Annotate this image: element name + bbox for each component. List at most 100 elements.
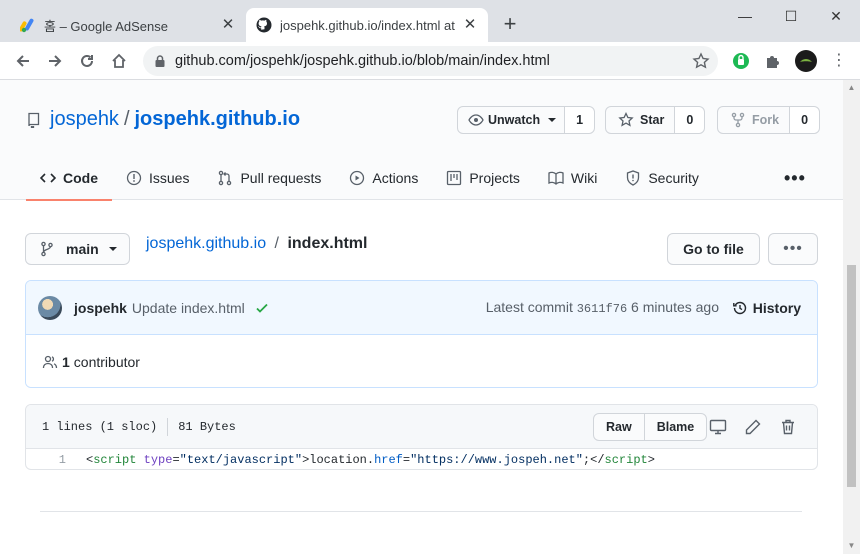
play-icon xyxy=(350,170,365,185)
extension-green-icon[interactable] xyxy=(732,52,750,70)
repo-name-link[interactable]: jospehk.github.io xyxy=(135,108,301,131)
code-token-property: href xyxy=(374,453,403,467)
repo-icon xyxy=(28,112,40,128)
tab-security[interactable]: Security xyxy=(611,155,713,200)
avatar[interactable] xyxy=(38,295,62,320)
tab-pull-requests[interactable]: Pull requests xyxy=(203,155,335,200)
latest-commit-row: jospehk Update index.html Latest commit … xyxy=(26,281,817,335)
tab-label: Projects xyxy=(469,169,520,186)
github-logo-icon xyxy=(256,17,272,33)
raw-blame-group: Raw Blame xyxy=(593,413,708,441)
star-icon xyxy=(618,112,634,127)
git-branch-icon xyxy=(41,241,53,257)
star-count[interactable]: 0 xyxy=(674,107,705,133)
go-to-file-button[interactable]: Go to file xyxy=(667,233,760,265)
code-line: 1 <script type="text/javascript">locatio… xyxy=(26,449,817,469)
browser-tab-github[interactable]: jospehk.github.io/index.html at ✕ xyxy=(246,8,488,42)
adsense-logo-icon xyxy=(20,18,34,33)
back-icon[interactable] xyxy=(12,50,34,72)
shield-icon xyxy=(627,169,640,186)
home-icon[interactable] xyxy=(108,50,130,72)
fork-icon xyxy=(731,112,745,128)
tab-wiki[interactable]: Wiki xyxy=(534,155,611,200)
address-bar[interactable]: github.com/jospehk/jospehk.github.io/blo… xyxy=(143,46,718,76)
commit-sha[interactable]: 3611f76 xyxy=(577,302,627,316)
forward-icon[interactable] xyxy=(44,50,66,72)
desktop-icon[interactable] xyxy=(709,418,727,436)
minimize-icon[interactable]: — xyxy=(734,6,756,26)
commit-message[interactable]: Update index.html xyxy=(132,300,245,316)
maximize-icon[interactable]: ☐ xyxy=(780,6,802,26)
extensions-puzzle-icon[interactable] xyxy=(764,52,782,70)
repo-header: jospehk / jospehk.github.io Unwatch 1 St… xyxy=(0,80,843,201)
blame-button[interactable]: Blame xyxy=(643,414,707,440)
url-text[interactable]: github.com/jospehk/jospehk.github.io/blo… xyxy=(175,53,692,69)
trash-icon[interactable] xyxy=(779,418,797,436)
people-icon xyxy=(42,355,58,368)
file-size: 81 Bytes xyxy=(178,419,236,434)
page-scrollbar[interactable]: ▲ ▼ xyxy=(843,80,860,554)
tab-label: Pull requests xyxy=(240,169,322,186)
fork-button[interactable]: Fork 0 xyxy=(717,106,821,134)
star-label: Star xyxy=(640,113,665,127)
repo-title-separator: / xyxy=(123,108,130,130)
code-token: > xyxy=(647,453,655,467)
pencil-icon[interactable] xyxy=(744,418,762,436)
close-tab-icon[interactable]: ✕ xyxy=(220,17,236,33)
history-icon xyxy=(732,301,746,314)
unwatch-button[interactable]: Unwatch 1 xyxy=(457,106,596,134)
tab-label: Issues xyxy=(149,169,190,186)
raw-button[interactable]: Raw xyxy=(594,414,644,440)
browser-menu-icon[interactable]: ⋮ xyxy=(830,52,848,70)
unwatch-label: Unwatch xyxy=(488,113,541,127)
repo-owner-link[interactable]: jospehk xyxy=(50,108,119,131)
file-more-button[interactable]: ••• xyxy=(768,233,818,265)
tab-label: Wiki xyxy=(570,169,598,186)
caret-down-icon xyxy=(548,118,557,122)
branch-name: main xyxy=(66,241,99,257)
nav-more-icon[interactable]: ••• xyxy=(784,168,806,189)
scroll-down-icon[interactable]: ▼ xyxy=(847,541,856,551)
history-link[interactable]: History xyxy=(732,300,801,316)
check-icon[interactable] xyxy=(255,301,269,315)
browser-toolbar: github.com/jospehk/jospehk.github.io/blo… xyxy=(0,42,860,80)
breadcrumb-repo-link[interactable]: jospehk.github.io xyxy=(146,235,266,252)
browser-tab-title: jospehk.github.io/index.html at xyxy=(280,17,455,33)
contributors-row[interactable]: 1 contributor xyxy=(26,335,817,387)
history-label: History xyxy=(752,299,801,316)
watch-count[interactable]: 1 xyxy=(564,107,595,133)
fork-count[interactable]: 0 xyxy=(789,107,820,133)
scrollbar-thumb[interactable] xyxy=(847,265,856,487)
line-number[interactable]: 1 xyxy=(26,453,76,467)
bookmark-star-icon[interactable] xyxy=(692,52,710,70)
close-tab-icon[interactable]: ✕ xyxy=(462,17,478,33)
close-window-icon[interactable]: ✕ xyxy=(825,6,847,26)
lock-icon[interactable] xyxy=(153,54,167,68)
new-tab-icon[interactable]: + xyxy=(500,13,520,35)
code-token: location. xyxy=(309,453,375,467)
scroll-up-icon[interactable]: ▲ xyxy=(847,83,856,93)
code-token-string: "text/javascript" xyxy=(179,453,303,467)
issue-icon xyxy=(126,170,142,185)
reload-icon[interactable] xyxy=(76,50,98,72)
tab-actions[interactable]: Actions xyxy=(335,155,432,200)
tab-label: Security xyxy=(648,169,699,186)
tab-label: Actions xyxy=(372,169,419,186)
code-token-tag: script xyxy=(93,453,137,467)
project-icon xyxy=(447,170,462,185)
tab-label: Code xyxy=(63,169,98,186)
profile-avatar-icon[interactable] xyxy=(795,50,817,72)
star-button[interactable]: Star 0 xyxy=(605,106,706,134)
branch-select-button[interactable]: main xyxy=(25,233,130,265)
code-token: </ xyxy=(590,453,605,467)
commit-author[interactable]: jospehk xyxy=(74,300,127,316)
code-token: = xyxy=(172,453,180,467)
file-line-count: 1 lines (1 sloc) xyxy=(42,419,158,434)
fork-label: Fork xyxy=(752,113,780,127)
tab-code[interactable]: Code xyxy=(26,155,112,201)
code-token-attr: type xyxy=(143,453,173,467)
tab-projects[interactable]: Projects xyxy=(432,155,534,200)
browser-tab-adsense[interactable]: 홈 – Google AdSense ✕ xyxy=(10,8,246,42)
tab-issues[interactable]: Issues xyxy=(112,155,203,200)
